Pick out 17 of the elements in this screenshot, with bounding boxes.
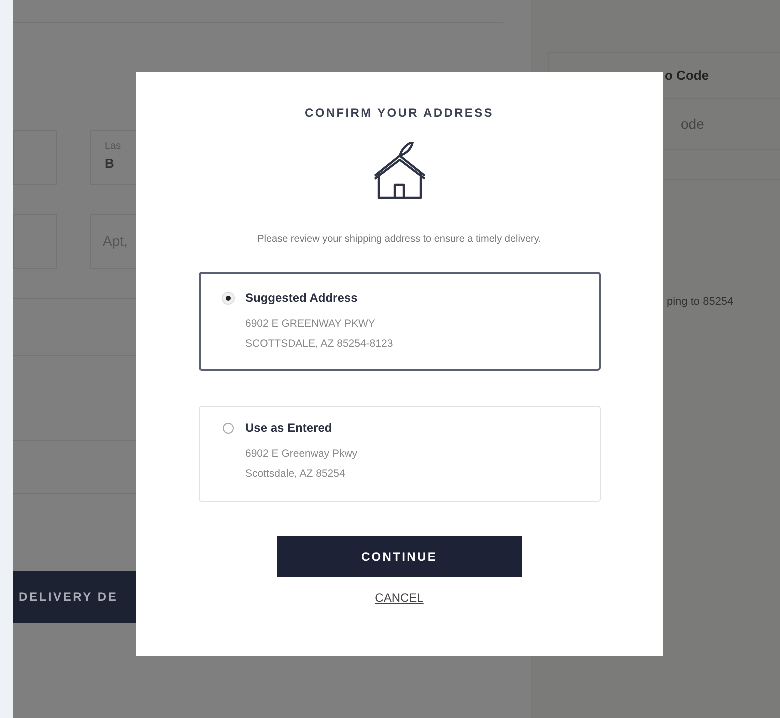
address-line: 6902 E Greenway Pkwy: [244, 447, 359, 462]
cancel-link[interactable]: CANCEL: [375, 589, 424, 607]
address-option[interactable]: Suggested Address 6902 E GREENWAY PKWY SCOTTSDALE, AZ 85254-8123: [198, 272, 600, 371]
text-input[interactable]: [13, 214, 57, 269]
address-line: Scottsdale, AZ 85254: [244, 466, 346, 482]
address-line: SCOTTSDALE, AZ 85254-8123: [244, 336, 394, 352]
text-input[interactable]: [13, 130, 57, 185]
shipping-note: ping to 85254: [667, 295, 734, 310]
continue-button[interactable]: CONTINUE: [277, 536, 522, 577]
option-label: Suggested Address: [246, 290, 358, 307]
dialog-title: CONFIRM YOUR ADDRESS: [305, 105, 494, 122]
promo-heading: o Code: [665, 67, 710, 85]
address-line: 6902 E GREENWAY PKWY: [244, 317, 376, 332]
address-option[interactable]: Use as Entered 6902 E Greenway Pkwy Scottsdale, AZ 85254: [198, 406, 600, 502]
dialog-message: Please review your shipping address to ensure a timely delivery.: [258, 233, 542, 247]
option-label: Use as Entered: [246, 420, 332, 437]
radio-button[interactable]: [222, 422, 234, 434]
